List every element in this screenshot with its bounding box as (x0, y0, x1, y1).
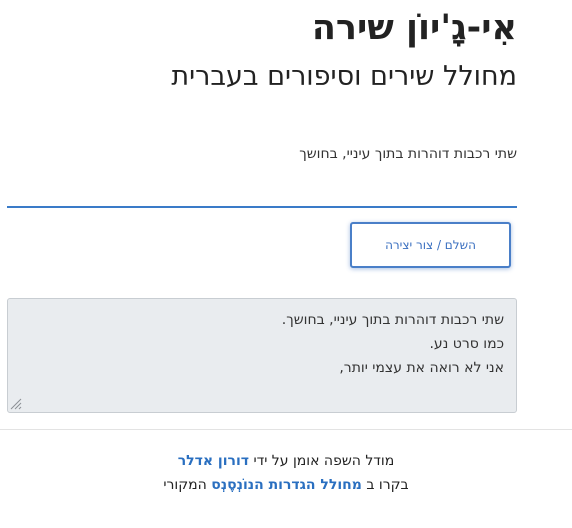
output-line: שתי רכבות דוהרות בתוך עיניי, בחושך. (281, 312, 504, 328)
page: אִי-גָ'יוֹן שירה מחולל שירים וסיפורים בע… (0, 0, 572, 528)
footer-trained-by-text: מודל השפה אומן על ידי (253, 453, 395, 469)
header: אִי-גָ'יוֹן שירה מחולל שירים וסיפורים בע… (171, 6, 517, 94)
footer-line-1: מודל השפה אומן על ידי דורון אדלר (0, 449, 572, 473)
app-subtitle: מחולל שירים וסיפורים בעברית (171, 61, 517, 92)
complete-button[interactable]: השלם / צור יצירה (350, 222, 511, 268)
app-title: אִי-גָ'יוֹן שירה (311, 8, 517, 48)
footer-visit-text: בקרו ב (366, 477, 409, 493)
prompt-input[interactable] (7, 176, 517, 208)
prompt-label: שתי רכבות דוהרות בתוך עיניי, בחושך (299, 146, 517, 162)
footer: מודל השפה אומן על ידי דורון אדלר בקרו ב … (0, 449, 572, 497)
resize-handle-icon[interactable] (10, 398, 22, 410)
output-line: אני לא רואה את עצמי יותר, (339, 360, 504, 376)
author-link[interactable]: דורון אדלר (178, 453, 249, 469)
footer-divider (0, 429, 572, 430)
footer-line-2: בקרו ב מחולל הגדרות הנוֹנְסֶנְס המקורי (0, 473, 572, 497)
output-textarea[interactable]: שתי רכבות דוהרות בתוך עיניי, בחושך. כמו … (7, 298, 517, 413)
original-generator-link[interactable]: מחולל הגדרות הנוֹנְסֶנְס (211, 477, 362, 493)
footer-original-text: המקורי (163, 477, 207, 493)
output-line: כמו סרט נע. (429, 336, 504, 352)
